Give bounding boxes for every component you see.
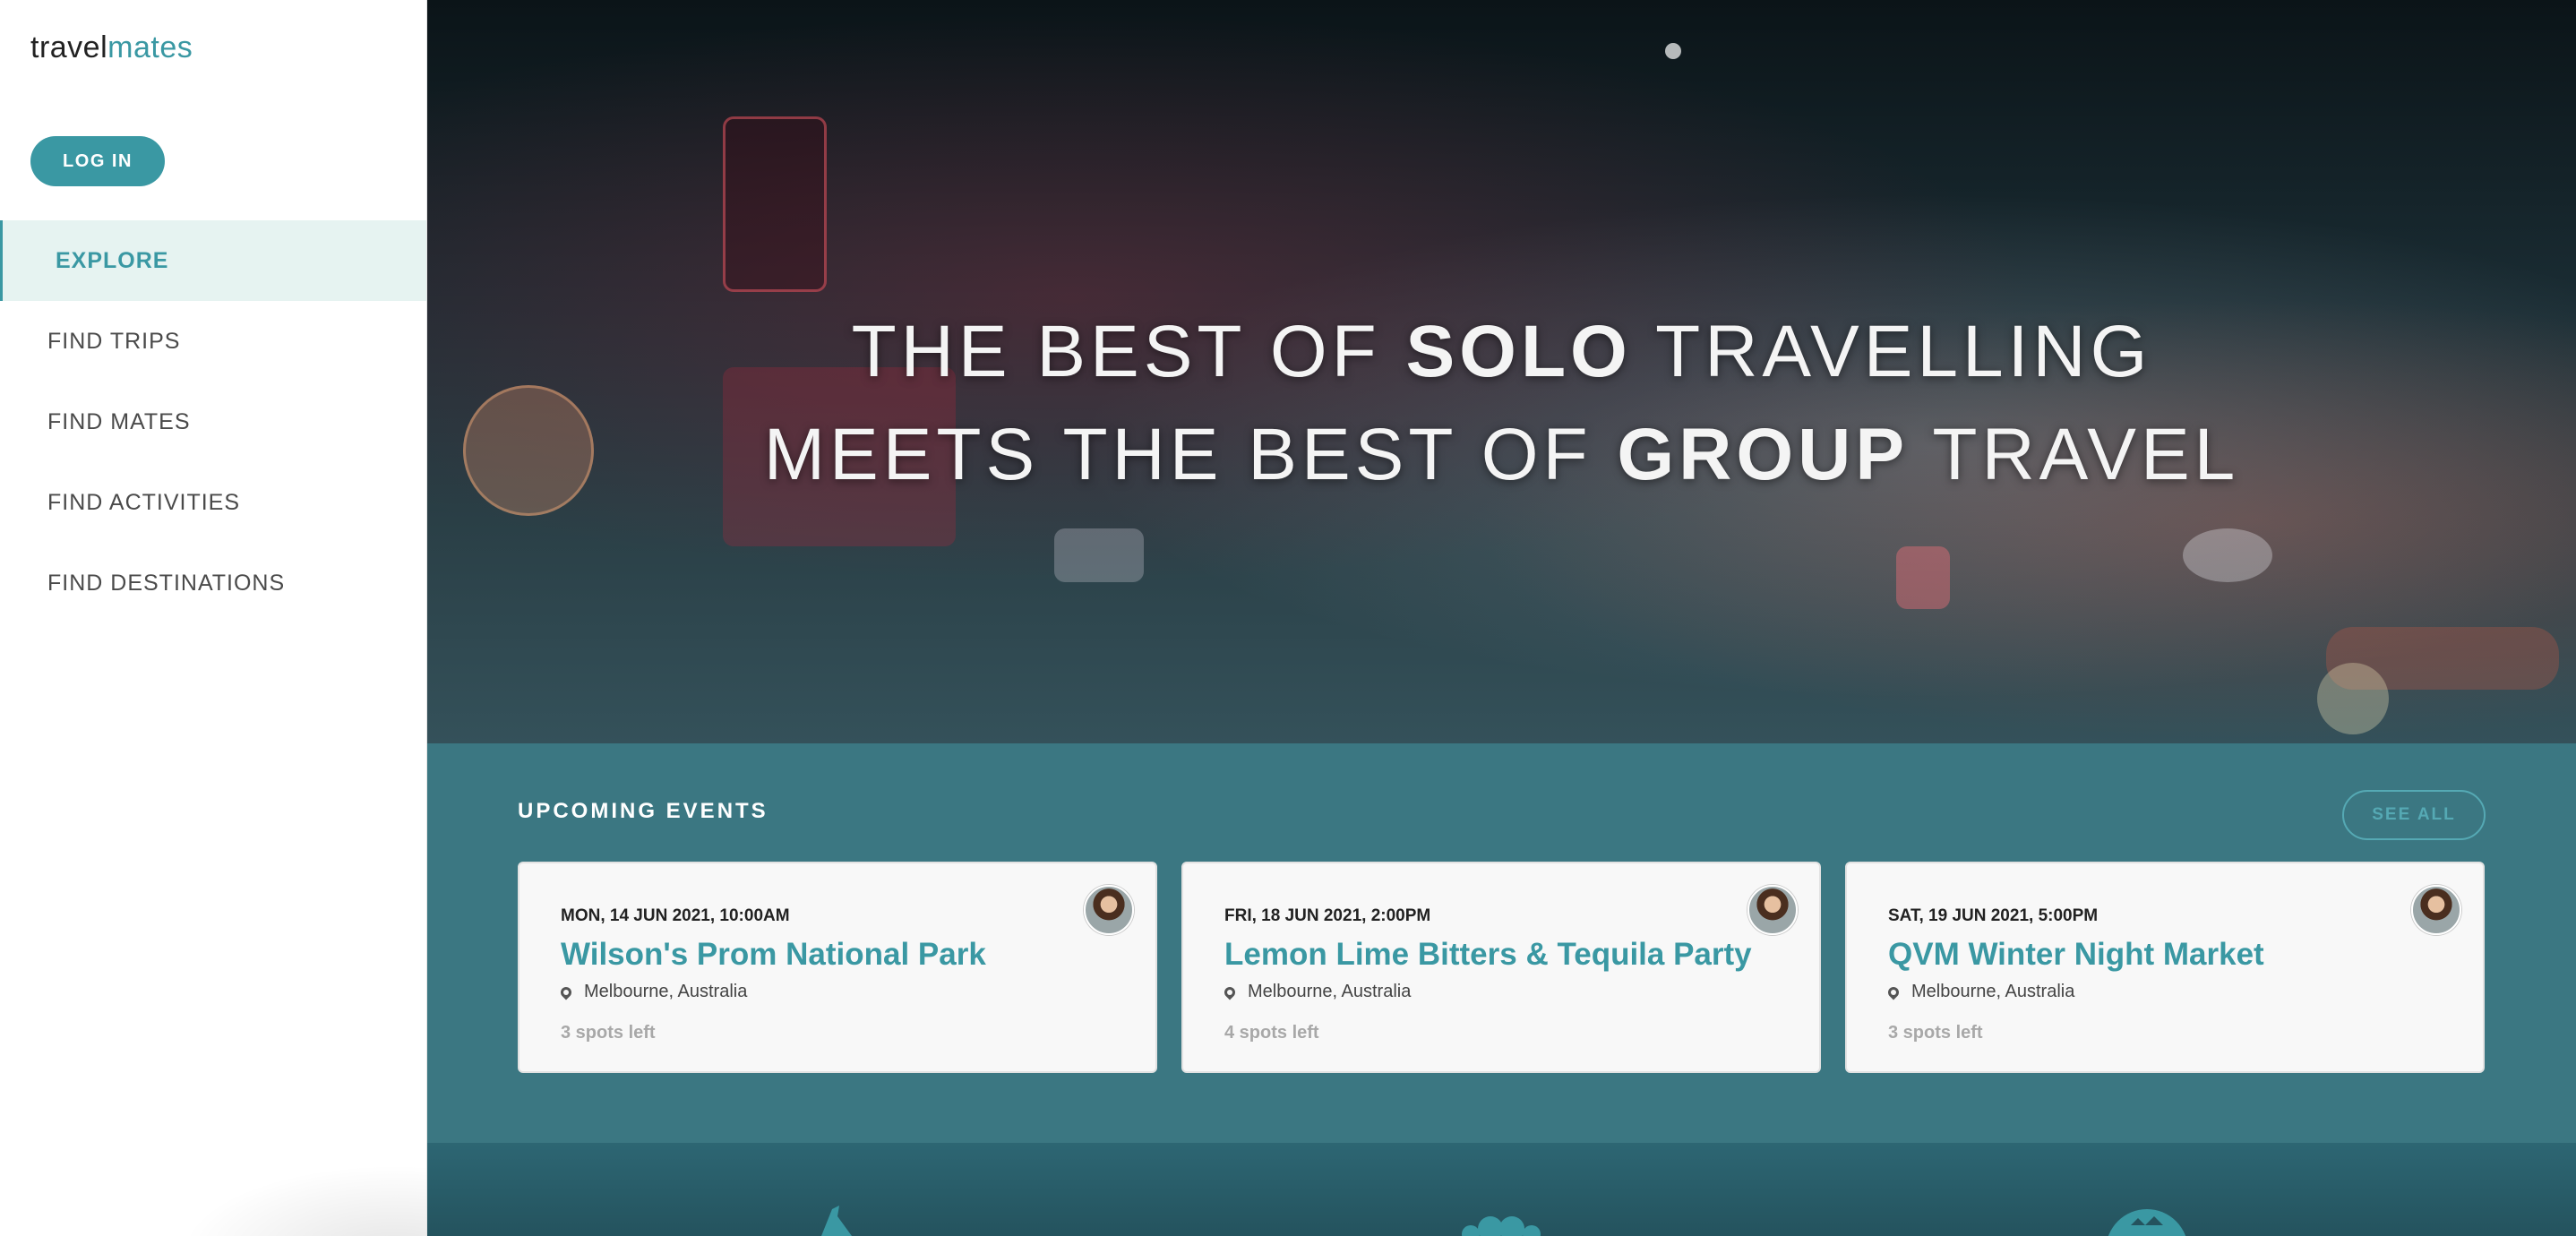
sidebar-item-explore[interactable]: EXPLORE: [0, 220, 426, 301]
event-spots-left: 4 spots left: [1224, 1023, 1319, 1043]
event-location: Melbourne, Australia: [1885, 982, 2075, 1002]
host-avatar[interactable]: [1747, 885, 1798, 935]
see-all-button[interactable]: SEE ALL: [2342, 790, 2486, 840]
event-card-qvm-winter-night-market[interactable]: SAT, 19 JUN 2021, 5:00PM QVM Winter Nigh…: [1845, 862, 2485, 1073]
globe-icon: [2108, 1209, 2186, 1236]
group-icon: [1462, 1216, 1541, 1236]
event-card-lemon-lime-bitters[interactable]: FRI, 18 JUN 2021, 2:00PM Lemon Lime Bitt…: [1181, 862, 1821, 1073]
sidebar-item-find-destinations[interactable]: FIND DESTINATIONS: [0, 543, 426, 623]
location-pin-icon: [1222, 984, 1238, 1000]
event-date: MON, 14 JUN 2021, 10:00AM: [561, 906, 790, 925]
login-button[interactable]: LOG IN: [30, 136, 165, 186]
event-spots-left: 3 spots left: [561, 1023, 656, 1043]
logo-mates: mates: [107, 30, 193, 64]
hero-line1-post: TRAVELLING: [1631, 310, 2152, 392]
upcoming-events-section: UPCOMING EVENTS SEE ALL MON, 14 JUN 2021…: [427, 743, 2576, 1143]
hero-line2-pre: MEETS THE BEST OF: [763, 413, 1618, 495]
sidebar-item-find-trips[interactable]: FIND TRIPS: [0, 301, 426, 382]
logo[interactable]: travelmates: [30, 30, 193, 65]
event-date: FRI, 18 JUN 2021, 2:00PM: [1224, 906, 1431, 925]
sidebar-item-find-activities[interactable]: FIND ACTIVITIES: [0, 462, 426, 543]
hero-line2-post: TRAVEL: [1909, 413, 2240, 495]
sidebar-nav: EXPLORE FIND TRIPS FIND MATES FIND ACTIV…: [0, 220, 426, 623]
event-title[interactable]: QVM Winter Night Market: [1888, 937, 2264, 973]
sidebar-item-find-mates[interactable]: FIND MATES: [0, 382, 426, 462]
hero-line2-bold: GROUP: [1617, 413, 1910, 495]
event-location-text: Melbourne, Australia: [584, 982, 748, 1001]
event-location-text: Melbourne, Australia: [1911, 982, 2075, 1001]
sidebar: travelmates LOG IN EXPLORE FIND TRIPS FI…: [0, 0, 427, 1236]
hero-headline: THE BEST OF SOLO TRAVELLING MEETS THE BE…: [427, 300, 2576, 506]
hero-line1-bold: SOLO: [1405, 310, 1632, 392]
event-title[interactable]: Wilson's Prom National Park: [561, 937, 986, 973]
upcoming-events-heading: UPCOMING EVENTS: [518, 799, 769, 823]
event-location-text: Melbourne, Australia: [1248, 982, 1412, 1001]
hero-banner: THE BEST OF SOLO TRAVELLING MEETS THE BE…: [427, 0, 2576, 743]
event-location: Melbourne, Australia: [558, 982, 748, 1002]
hero-line1-pre: THE BEST OF: [851, 310, 1406, 392]
plane-icon: [821, 1206, 852, 1236]
hero-sign-decoration: [1896, 546, 1950, 609]
event-card-wilsons-prom[interactable]: MON, 14 JUN 2021, 10:00AM Wilson's Prom …: [518, 862, 1157, 1073]
hero-moon-light: [1665, 43, 1681, 59]
location-pin-icon: [1885, 984, 1902, 1000]
sidebar-shadow: [179, 1164, 426, 1236]
location-pin-icon: [558, 984, 574, 1000]
hero-sign-decoration: [723, 116, 827, 292]
logo-travel: travel: [30, 30, 108, 64]
event-location: Melbourne, Australia: [1222, 982, 1412, 1002]
event-date: SAT, 19 JUN 2021, 5:00PM: [1888, 906, 2099, 925]
features-strip: [427, 1143, 2576, 1236]
hero-sign-decoration: [1054, 528, 1144, 582]
event-title[interactable]: Lemon Lime Bitters & Tequila Party: [1224, 937, 1752, 973]
host-avatar[interactable]: [1084, 885, 1134, 935]
host-avatar[interactable]: [2411, 885, 2461, 935]
hero-sign-decoration: [2183, 528, 2272, 582]
hero-sign-decoration: [2317, 663, 2389, 734]
event-spots-left: 3 spots left: [1888, 1023, 1983, 1043]
